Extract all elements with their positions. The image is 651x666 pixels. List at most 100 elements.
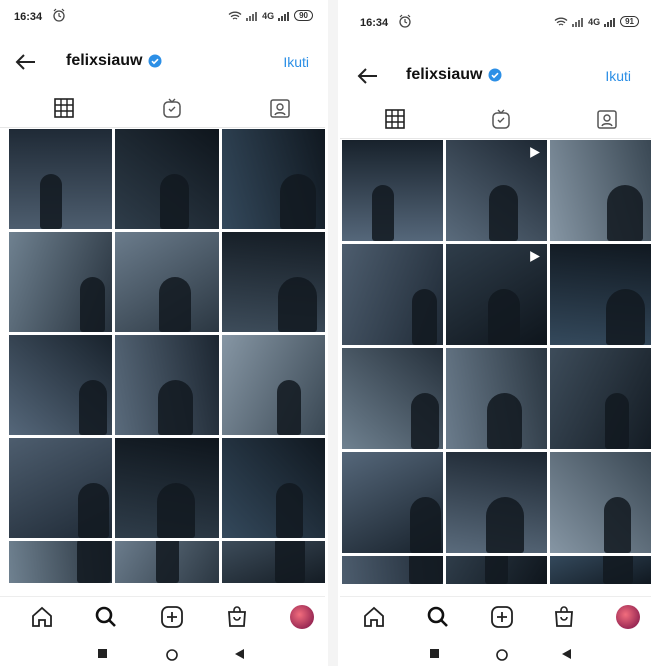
photo-subject [278, 277, 318, 332]
post-thumbnail[interactable] [115, 438, 219, 538]
photo-subject [159, 174, 189, 229]
status-time: 16:34 [14, 11, 43, 23]
tagged-icon[interactable] [269, 97, 291, 119]
post-thumbnail[interactable] [9, 541, 113, 583]
photo-subject [487, 393, 523, 449]
cell-signal-icon [572, 17, 584, 27]
post-thumbnail[interactable] [9, 129, 113, 229]
photo-subject [486, 497, 525, 553]
signal-group: 4G 91 [554, 16, 639, 27]
status-time: 16:34 [360, 17, 389, 29]
tagged-icon[interactable] [596, 108, 618, 130]
post-thumbnail[interactable] [342, 140, 443, 241]
post-grid [9, 129, 325, 583]
back-arrow-icon[interactable] [14, 52, 36, 72]
photo-subject [489, 185, 519, 241]
network-type: 4G [588, 16, 601, 27]
verified-badge-icon [488, 68, 502, 82]
home-icon[interactable] [362, 605, 386, 629]
create-icon[interactable] [490, 605, 514, 629]
photo-subject [409, 497, 441, 553]
post-thumbnail[interactable] [221, 541, 325, 583]
photo-subject [276, 483, 304, 538]
alarm-icon [53, 8, 65, 22]
back-button-icon[interactable] [562, 649, 571, 659]
wifi-icon [228, 11, 242, 20]
post-thumbnail[interactable] [550, 556, 651, 584]
bottom-nav [340, 596, 651, 637]
search-icon[interactable] [426, 605, 450, 629]
shop-icon[interactable] [552, 605, 576, 629]
post-thumbnail[interactable] [9, 438, 113, 538]
post-thumbnail[interactable] [446, 244, 547, 345]
post-thumbnail[interactable] [550, 244, 651, 345]
photo-subject [603, 497, 631, 553]
home-icon[interactable] [30, 605, 54, 629]
photo-subject [606, 185, 643, 241]
shop-icon[interactable] [225, 605, 249, 629]
follow-button[interactable]: Ikuti [283, 54, 309, 70]
post-thumbnail[interactable] [550, 452, 651, 553]
post-thumbnail[interactable] [221, 232, 325, 332]
photo-subject [605, 289, 645, 345]
post-thumbnail[interactable] [9, 232, 113, 332]
photo-subject [78, 483, 110, 538]
signal-group: 4G 90 [228, 10, 313, 21]
home-button-icon[interactable] [166, 649, 178, 661]
post-thumbnail[interactable] [550, 140, 651, 241]
photo-subject [604, 393, 629, 449]
post-thumbnail[interactable] [115, 335, 219, 435]
system-nav-bar [0, 640, 325, 666]
back-arrow-icon[interactable] [356, 66, 378, 86]
post-thumbnail[interactable] [342, 556, 443, 584]
recent-apps-icon[interactable] [430, 649, 439, 658]
status-bar: 16:34 4G 91 [340, 6, 651, 40]
battery-indicator: 91 [620, 16, 639, 27]
username-text: felixsiauw [66, 52, 143, 69]
photo-subject [410, 393, 439, 449]
post-thumbnail[interactable] [221, 129, 325, 229]
create-icon[interactable] [160, 605, 184, 629]
post-thumbnail[interactable] [446, 452, 547, 553]
grid-icon[interactable] [384, 108, 406, 130]
post-thumbnail[interactable] [115, 129, 219, 229]
photo-subject [80, 277, 106, 332]
photo-subject [158, 277, 191, 332]
home-button-icon[interactable] [496, 649, 508, 661]
post-thumbnail[interactable] [9, 335, 113, 435]
photo-subject [602, 556, 633, 584]
post-thumbnail[interactable] [342, 348, 443, 449]
post-thumbnail[interactable] [221, 438, 325, 538]
back-button-icon[interactable] [235, 649, 244, 659]
photo-subject [279, 174, 316, 229]
profile-header: felixsiauw Ikuti [0, 42, 325, 82]
post-thumbnail[interactable] [446, 556, 547, 584]
igtv-icon[interactable] [161, 97, 183, 119]
system-nav-bar [340, 640, 651, 666]
phone-screen-left: 16:34 4G 90 felixsiauw Ikuti [0, 0, 325, 666]
igtv-icon[interactable] [490, 108, 512, 130]
bottom-nav [0, 596, 325, 637]
post-thumbnail[interactable] [342, 452, 443, 553]
post-thumbnail[interactable] [446, 348, 547, 449]
profile-avatar[interactable] [290, 605, 314, 629]
search-icon[interactable] [94, 605, 118, 629]
post-thumbnail[interactable] [221, 335, 325, 435]
photo-subject [485, 556, 509, 584]
profile-avatar[interactable] [616, 605, 640, 629]
photo-subject [156, 483, 195, 538]
post-thumbnail[interactable] [446, 140, 547, 241]
post-thumbnail[interactable] [342, 244, 443, 345]
phone-screen-right: 16:34 4G 91 felixsiauw Ikuti [340, 0, 651, 666]
post-thumbnail[interactable] [115, 541, 219, 583]
status-bar: 16:34 4G 90 [0, 0, 325, 34]
post-thumbnail[interactable] [115, 232, 219, 332]
grid-icon[interactable] [53, 97, 75, 119]
post-thumbnail[interactable] [550, 348, 651, 449]
photo-subject [277, 380, 302, 435]
photo-subject [79, 380, 108, 435]
recent-apps-icon[interactable] [98, 649, 107, 658]
cell-signal-icon [604, 17, 616, 27]
follow-button[interactable]: Ikuti [605, 68, 631, 84]
post-grid [342, 140, 651, 584]
